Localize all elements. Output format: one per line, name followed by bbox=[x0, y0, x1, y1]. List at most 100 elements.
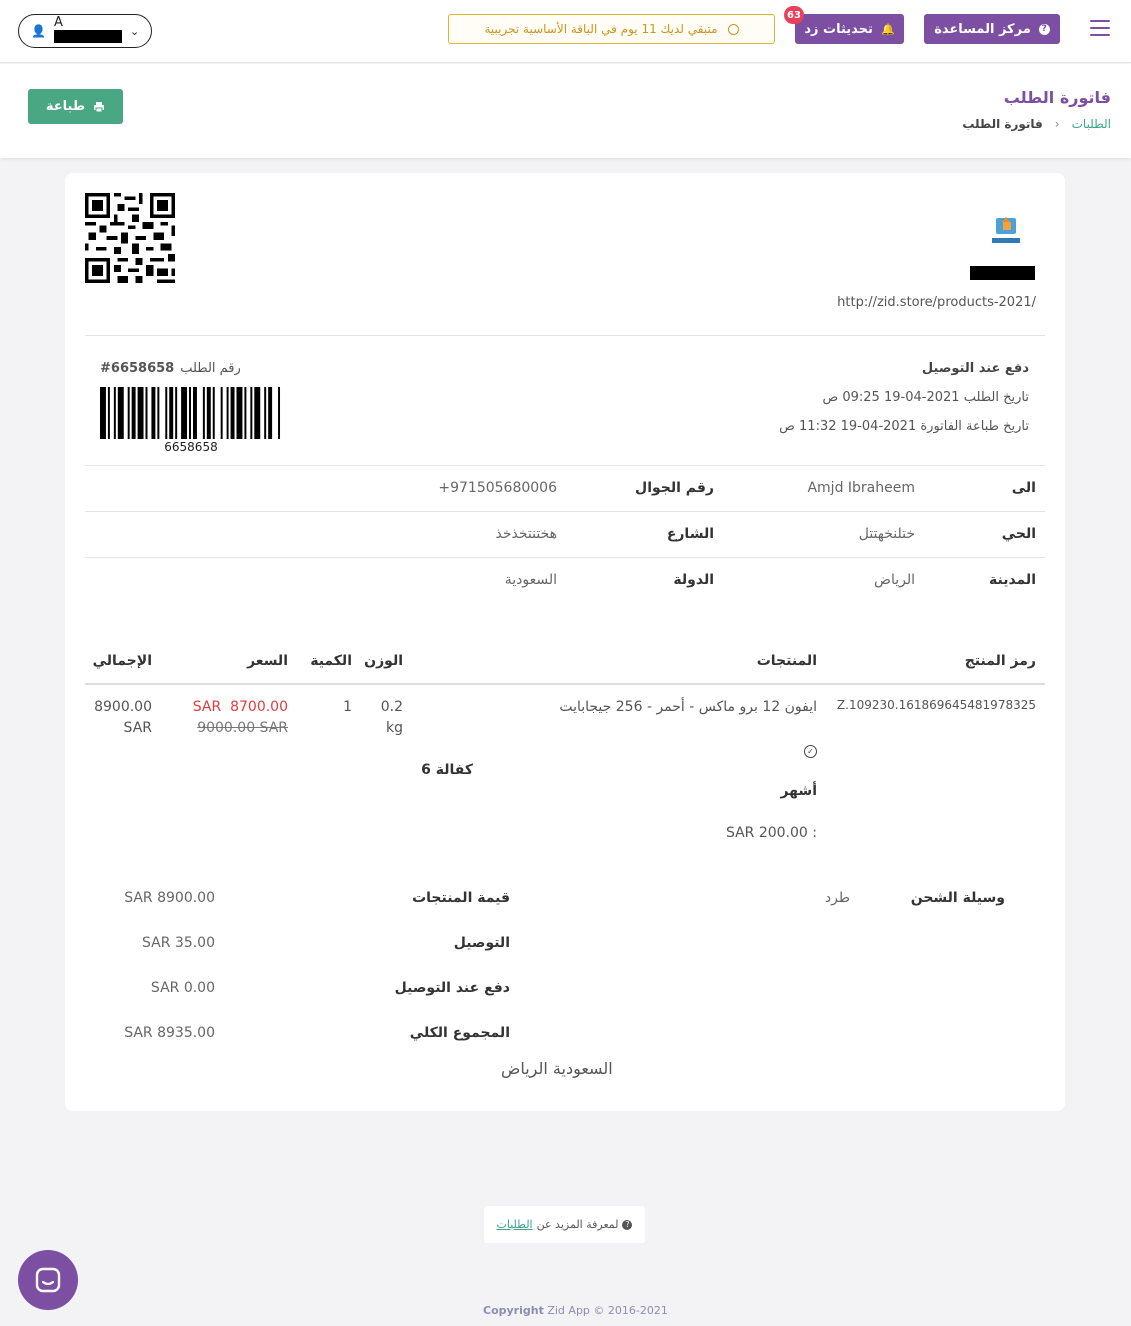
barcode-bar bbox=[100, 387, 106, 439]
item-name[interactable]: ايفون 12 برو ماكس - أحمر - 256 جيجابايت bbox=[559, 699, 817, 715]
col-header-total: الإجمالي bbox=[92, 653, 152, 669]
top-bar: مركز المساعدة ? تحديثات زد 🔔 63 متبقي لد… bbox=[0, 0, 1131, 63]
user-icon: 👤 bbox=[31, 24, 46, 38]
country-value: السعودية bbox=[504, 572, 557, 588]
order-date: تاريخ الطلب 2021-04-19 09:25 ص bbox=[822, 390, 1030, 405]
barcode-bar bbox=[113, 387, 116, 439]
street-label: الشارع bbox=[666, 526, 714, 542]
shipping-method-value: طرد bbox=[824, 890, 850, 906]
item-option-label: أشهر bbox=[780, 783, 817, 799]
printer-icon bbox=[94, 101, 105, 112]
col-header-weight: الوزن bbox=[364, 653, 403, 669]
page-header: فاتورة الطلب الطلبات ‹ فاتورة الطلب طباع… bbox=[0, 64, 1131, 158]
payment-method: دفع عند التوصيل bbox=[921, 361, 1029, 376]
user-name: A bbox=[53, 15, 122, 47]
chat-widget-button[interactable] bbox=[18, 1250, 78, 1310]
barcode-bar bbox=[169, 387, 174, 439]
chevron-down-icon: ⌄ bbox=[129, 24, 140, 38]
item-original-price: 9000.00 SAR bbox=[197, 720, 288, 736]
help-center-label: مركز المساعدة bbox=[934, 21, 1031, 37]
item-sku: Z.109230.1618696454819783​25 bbox=[836, 698, 1036, 712]
chevron-left-icon: ‹ bbox=[1054, 117, 1060, 131]
barcode-bar bbox=[192, 387, 197, 439]
order-number: #6658658 رقم الطلب bbox=[100, 361, 241, 376]
question-icon: ? bbox=[622, 1219, 633, 1230]
learn-more-box: الطلبات لمعرفة المزيد عن ? bbox=[484, 1206, 645, 1243]
bell-icon: 🔔 bbox=[880, 22, 895, 36]
cod-fee-label: دفع عند التوصيل bbox=[394, 980, 510, 996]
barcode-bar bbox=[117, 387, 124, 439]
item-weight-unit: kg bbox=[386, 720, 403, 736]
page-title: فاتورة الطلب bbox=[1003, 88, 1111, 107]
updates-label: تحديثات زد bbox=[804, 21, 873, 37]
breadcrumb-current: فاتورة الطلب bbox=[962, 117, 1043, 131]
store-url[interactable]: http://zid.store/products-2021/ bbox=[837, 295, 1036, 310]
city-label: المدينة bbox=[989, 572, 1036, 588]
chat-icon bbox=[35, 1267, 61, 1293]
table-header-divider bbox=[85, 683, 1045, 685]
barcode-bar bbox=[236, 387, 243, 439]
barcode-number: 6658658 bbox=[164, 440, 218, 454]
item-option-value: كفالة 6 bbox=[421, 762, 473, 778]
barcode-bar bbox=[151, 387, 156, 439]
order-number-value: #6658658 bbox=[100, 361, 175, 376]
barcode-bar bbox=[206, 387, 211, 439]
barcode-bar bbox=[250, 387, 253, 439]
grand-total-label: المجموع الكلي bbox=[409, 1025, 510, 1041]
divider bbox=[85, 335, 1045, 336]
barcode-bar bbox=[230, 387, 235, 439]
info-row-recipient: الى Amjd Ibraheem رقم الجوال +9715056800… bbox=[85, 465, 1045, 511]
shipping-method-label: وسيلة الشحن bbox=[910, 890, 1005, 906]
street-value: هختنتخذخذ bbox=[495, 526, 557, 542]
barcode-bar bbox=[131, 387, 136, 439]
barcode-bar bbox=[137, 387, 144, 439]
redacted-user-name bbox=[53, 30, 122, 43]
grand-total-value: SAR 8935.00 bbox=[124, 1025, 215, 1041]
copyright-text: Zid App © 2016-2021 bbox=[547, 1304, 668, 1317]
user-menu-button[interactable]: 👤 A ⌄ bbox=[18, 14, 152, 48]
item-option-price: SAR 200.00 : bbox=[725, 825, 817, 841]
invoice-card: http://zid.store/products-2021/ دفع عند … bbox=[65, 173, 1065, 1111]
country-label: الدولة bbox=[673, 572, 714, 588]
copyright: Copyright Zid App © 2016-2021 bbox=[483, 1304, 668, 1317]
barcode-bar bbox=[189, 387, 191, 439]
info-row-city: المدينة الرياض الدولة السعودية bbox=[85, 557, 1045, 603]
clock-icon bbox=[727, 23, 739, 35]
zid-updates-button[interactable]: تحديثات زد 🔔 bbox=[795, 14, 904, 44]
address-footer: السعودية الرياض bbox=[501, 1059, 613, 1078]
help-center-button[interactable]: مركز المساعدة ? bbox=[924, 14, 1060, 44]
print-button[interactable]: طباعة bbox=[28, 89, 123, 124]
info-row-district: الحي ختلنخهتتل الشارع هختنتخذخذ bbox=[85, 511, 1045, 557]
barcode-bar bbox=[175, 387, 178, 439]
delivery-label: التوصيل bbox=[453, 935, 510, 951]
cod-fee-value: SAR 0.00 bbox=[150, 980, 215, 996]
invoice-print-date: تاريخ طباعة الفاتورة 2021-04-19 11:32 ص bbox=[779, 419, 1029, 434]
district-label: الحي bbox=[1001, 526, 1036, 542]
order-number-label: رقم الطلب bbox=[180, 361, 241, 376]
delivery-value: SAR 35.00 bbox=[142, 935, 215, 951]
barcode-bar bbox=[244, 387, 247, 439]
breadcrumb-orders-link[interactable]: الطلبات bbox=[1072, 117, 1111, 131]
menu-icon[interactable] bbox=[1090, 20, 1110, 40]
item-weight: 0.2 bbox=[380, 699, 403, 715]
learn-more-orders-link[interactable]: الطلبات bbox=[497, 1218, 533, 1231]
item-total-currency: SAR bbox=[123, 720, 152, 736]
barcode-bar bbox=[226, 387, 229, 439]
trial-notice[interactable]: متبقي لديك 11 يوم في الباقة الأساسية تجر… bbox=[448, 14, 775, 44]
col-header-products: المنتجات bbox=[756, 653, 817, 669]
qr-code bbox=[85, 193, 175, 283]
item-sale-price: SAR 8700.00 bbox=[192, 699, 288, 715]
subtotal-label: قيمة المنتجات bbox=[412, 890, 510, 906]
barcode-bar bbox=[145, 387, 148, 439]
to-label: الى bbox=[1011, 480, 1036, 496]
redacted-store-name bbox=[970, 266, 1035, 280]
col-header-price: السعر bbox=[247, 653, 288, 669]
barcode-bar bbox=[212, 387, 215, 439]
trial-text: متبقي لديك 11 يوم في الباقة الأساسية تجر… bbox=[484, 22, 718, 36]
mobile-value: +971505680006 bbox=[438, 480, 557, 496]
learn-more-text: لمعرفة المزيد عن bbox=[536, 1218, 619, 1231]
print-label: طباعة bbox=[45, 99, 86, 114]
question-icon: ? bbox=[1038, 23, 1050, 35]
barcode-bar bbox=[165, 387, 168, 439]
mobile-label: رقم الجوال bbox=[635, 480, 714, 496]
